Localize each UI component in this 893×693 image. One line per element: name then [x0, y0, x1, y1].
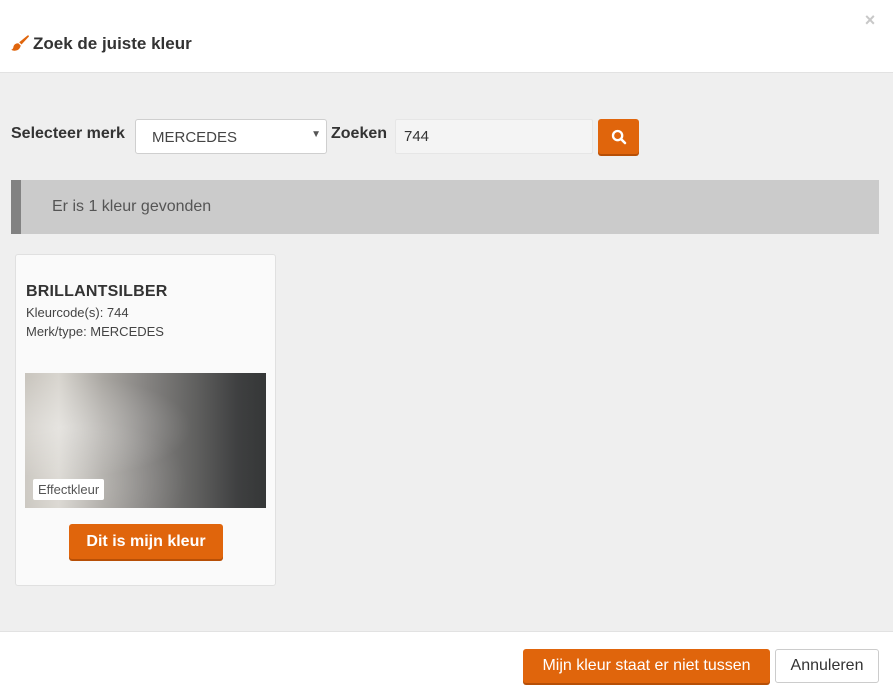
dialog-footer: Mijn kleur staat er niet tussen Annulere… [0, 631, 893, 693]
search-label: Zoeken [331, 125, 388, 142]
effect-badge: Effectkleur [33, 479, 105, 500]
paint-brush-icon [10, 34, 30, 54]
search-button[interactable] [598, 119, 639, 154]
dialog-header: Zoek de juiste kleur × [0, 0, 893, 73]
cancel-button[interactable]: Annuleren [775, 649, 879, 683]
brand-select[interactable]: MERCEDES ▼ [135, 119, 327, 154]
color-result-card: BRILLANTSILBER Kleurcode(s): 744 Merk/ty… [15, 254, 276, 586]
search-icon [611, 129, 626, 144]
dialog-title-text: Zoek de juiste kleur [33, 34, 192, 53]
result-count-text: Er is 1 kleur gevonden [52, 198, 212, 215]
result-count-bar: Er is 1 kleur gevonden [11, 180, 879, 234]
search-input[interactable] [395, 119, 593, 154]
dialog-title: Zoek de juiste kleur [10, 32, 192, 56]
search-form: Selecteer merk MERCEDES ▼ Zoeken [11, 119, 883, 155]
color-brand: Merk/type: MERCEDES [26, 324, 164, 339]
color-not-listed-button[interactable]: Mijn kleur staat er niet tussen [523, 649, 770, 683]
close-button[interactable]: × [861, 10, 879, 30]
brand-label: Selecteer merk [11, 125, 125, 142]
color-search-dialog: Zoek de juiste kleur × Selecteer merk ME… [0, 0, 893, 693]
color-code: Kleurcode(s): 744 [26, 305, 129, 320]
color-swatch: Effectkleur [25, 373, 266, 508]
caret-down-icon: ▼ [311, 129, 321, 140]
dialog-body: Selecteer merk MERCEDES ▼ Zoeken Er is 1… [0, 73, 893, 631]
select-color-button[interactable]: Dit is mijn kleur [69, 524, 223, 559]
brand-select-value: MERCEDES [152, 129, 238, 146]
close-icon: × [864, 10, 876, 30]
color-name: BRILLANTSILBER [26, 283, 168, 300]
